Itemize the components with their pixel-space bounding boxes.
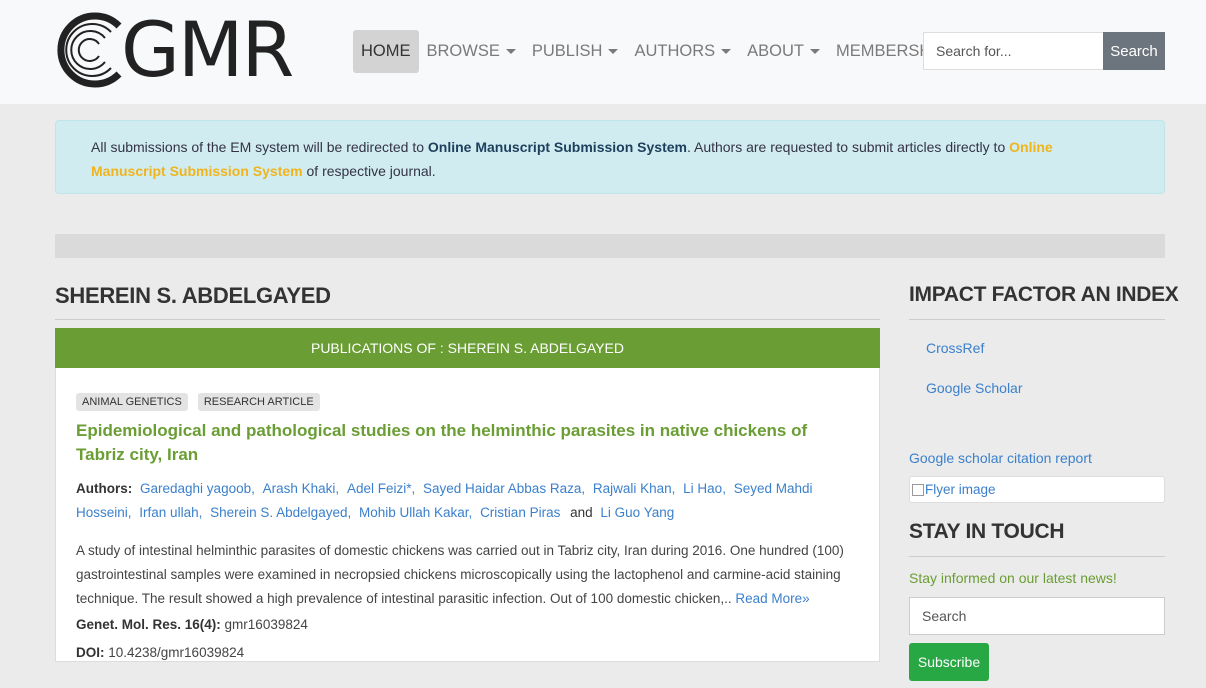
caret-down-icon bbox=[505, 49, 516, 55]
impact-factor-title: IMPACT FACTOR AN INDEX bbox=[909, 283, 1179, 306]
divider bbox=[55, 319, 880, 320]
nav-label: PUBLISH bbox=[531, 42, 603, 60]
nav-label: HOME bbox=[361, 42, 411, 60]
search-input[interactable] bbox=[923, 32, 1103, 70]
author-link[interactable]: Sayed Haidar Abbas Raza, bbox=[423, 481, 585, 496]
logo-swirl-icon bbox=[57, 12, 122, 88]
author-link[interactable]: Irfan ullah, bbox=[139, 505, 202, 520]
site-logo[interactable]: GMR bbox=[55, 5, 294, 94]
google-scholar-citation-link[interactable]: Google scholar citation report bbox=[909, 450, 1092, 466]
doi-line: DOI: 10.4238/gmr16039824 bbox=[76, 639, 859, 667]
alert-link-1[interactable]: Online Manuscript Submission System bbox=[428, 139, 687, 155]
publications-header: PUBLICATIONS OF : SHEREIN S. ABDELGAYED bbox=[55, 328, 880, 368]
nav-item-home[interactable]: HOME bbox=[353, 30, 419, 73]
journal-label: Genet. Mol. Res. 16(4): bbox=[76, 617, 221, 632]
article-card: ANIMAL GENETICS RESEARCH ARTICLE Epidemio… bbox=[55, 368, 880, 662]
read-more-link[interactable]: Read More» bbox=[732, 591, 809, 606]
submission-alert: All submissions of the EM system will be… bbox=[55, 120, 1165, 194]
category-badge[interactable]: RESEARCH ARTICLE bbox=[197, 393, 320, 411]
author-link[interactable]: Cristian Piras bbox=[480, 505, 560, 520]
crossref-link[interactable]: CrossRef bbox=[926, 340, 984, 356]
subscribe-button[interactable]: Subscribe bbox=[909, 643, 989, 681]
flyer-image[interactable]: Flyer image bbox=[909, 476, 1165, 503]
caret-down-icon bbox=[721, 49, 732, 55]
authors-and-text: and bbox=[570, 505, 593, 520]
caret-down-icon bbox=[809, 49, 820, 55]
category-badge[interactable]: ANIMAL GENETICS bbox=[76, 393, 188, 411]
authors-label: Authors: bbox=[76, 481, 133, 496]
author-link[interactable]: Adel Feizi*, bbox=[347, 481, 415, 496]
alert-text: All submissions of the EM system will be… bbox=[91, 139, 428, 155]
author-link[interactable]: Rajwali Khan, bbox=[593, 481, 676, 496]
flyer-alt-text: Flyer image bbox=[925, 482, 996, 497]
article-title[interactable]: Epidemiological and pathological studies… bbox=[76, 419, 859, 467]
nav-label: ABOUT bbox=[747, 42, 804, 60]
broken-image-icon bbox=[912, 484, 924, 497]
newsletter-text: Stay informed on our latest news! bbox=[909, 570, 1117, 586]
article-authors: Authors: Garedaghi yagoob, Arash Khaki, … bbox=[76, 477, 859, 525]
article-badges: ANIMAL GENETICS RESEARCH ARTICLE bbox=[76, 393, 859, 411]
nav-item-browse[interactable]: BROWSE bbox=[419, 30, 524, 73]
author-link[interactable]: Li Hao, bbox=[683, 481, 726, 496]
author-link[interactable]: Li Guo Yang bbox=[600, 505, 674, 520]
search-button[interactable]: Search bbox=[1103, 32, 1165, 70]
stay-in-touch-title: STAY IN TOUCH bbox=[909, 520, 1065, 543]
site-header: GMR HOME BROWSE PUBLISH AUTHORS ABOUT MEMBERS… bbox=[0, 0, 1206, 104]
nav-label: AUTHORS bbox=[634, 42, 716, 60]
journal-value: gmr16039824 bbox=[220, 617, 308, 632]
logo-text: GMR bbox=[121, 5, 294, 94]
author-link[interactable]: Garedaghi yagoob, bbox=[140, 481, 255, 496]
doi-value: 10.4238/gmr16039824 bbox=[104, 645, 245, 660]
divider-bar bbox=[55, 234, 1165, 258]
author-link[interactable]: Arash Khaki, bbox=[263, 481, 340, 496]
journal-citation: Genet. Mol. Res. 16(4): gmr16039824 bbox=[76, 611, 859, 639]
header-search: Search bbox=[923, 32, 1165, 70]
page-title: SHEREIN S. ABDELGAYED bbox=[55, 283, 331, 308]
nav-label: BROWSE bbox=[426, 42, 500, 60]
newsletter-input[interactable] bbox=[909, 597, 1165, 635]
alert-text: . Authors are requested to submit articl… bbox=[686, 139, 1010, 155]
nav-item-publish[interactable]: PUBLISH bbox=[524, 30, 627, 73]
doi-label: DOI: bbox=[76, 645, 105, 660]
nav-item-about[interactable]: ABOUT bbox=[739, 30, 828, 73]
author-link[interactable]: Sherein S. Abdelgayed, bbox=[210, 505, 351, 520]
abstract-text: A study of intestinal helminthic parasit… bbox=[76, 543, 844, 606]
divider bbox=[909, 319, 1165, 320]
google-scholar-link[interactable]: Google Scholar bbox=[926, 380, 1023, 396]
article-abstract: A study of intestinal helminthic parasit… bbox=[76, 539, 859, 611]
alert-text: of respective journal. bbox=[302, 163, 436, 179]
author-link[interactable]: Mohib Ullah Kakar, bbox=[359, 505, 472, 520]
main-nav: HOME BROWSE PUBLISH AUTHORS ABOUT MEMBERSHIP bbox=[353, 30, 955, 73]
caret-down-icon bbox=[608, 49, 619, 55]
divider bbox=[909, 556, 1165, 557]
nav-item-authors[interactable]: AUTHORS bbox=[626, 30, 739, 73]
